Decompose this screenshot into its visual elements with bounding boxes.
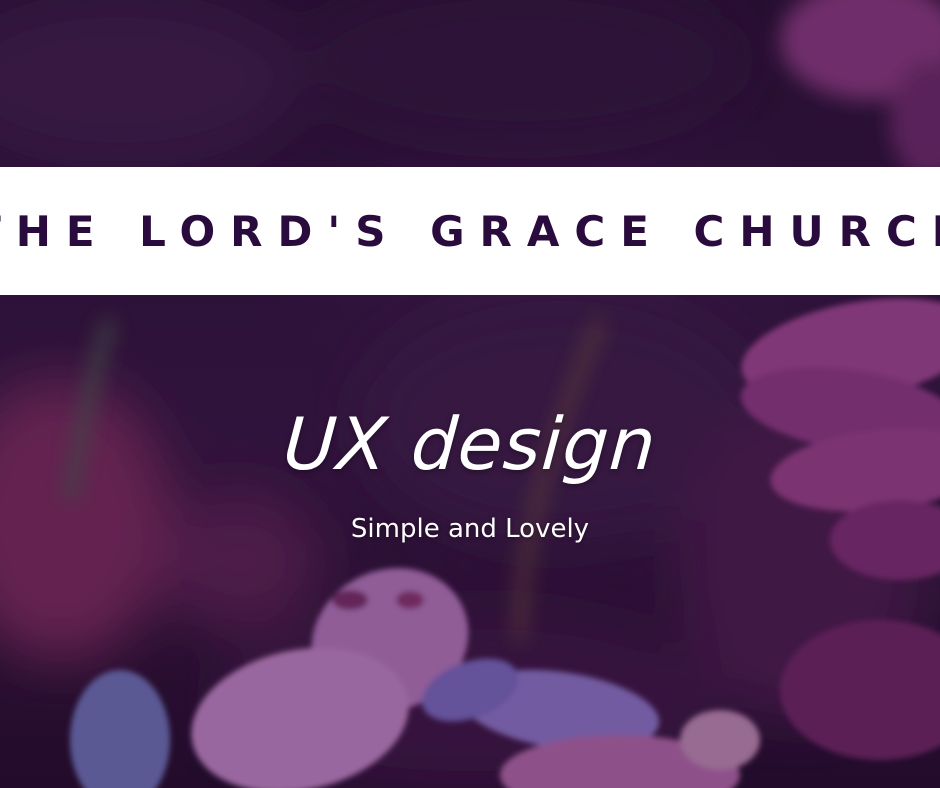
flower-background-image bbox=[0, 0, 940, 788]
title-banner: THE LORD'S GRACE CHURCH bbox=[0, 167, 940, 295]
headline-text: UX design bbox=[280, 402, 660, 486]
church-name-title: THE LORD'S GRACE CHURCH bbox=[0, 206, 940, 256]
poster-canvas: THE LORD'S GRACE CHURCH UX design Simple… bbox=[0, 0, 940, 788]
tagline-text: Simple and Lovely bbox=[350, 514, 590, 544]
